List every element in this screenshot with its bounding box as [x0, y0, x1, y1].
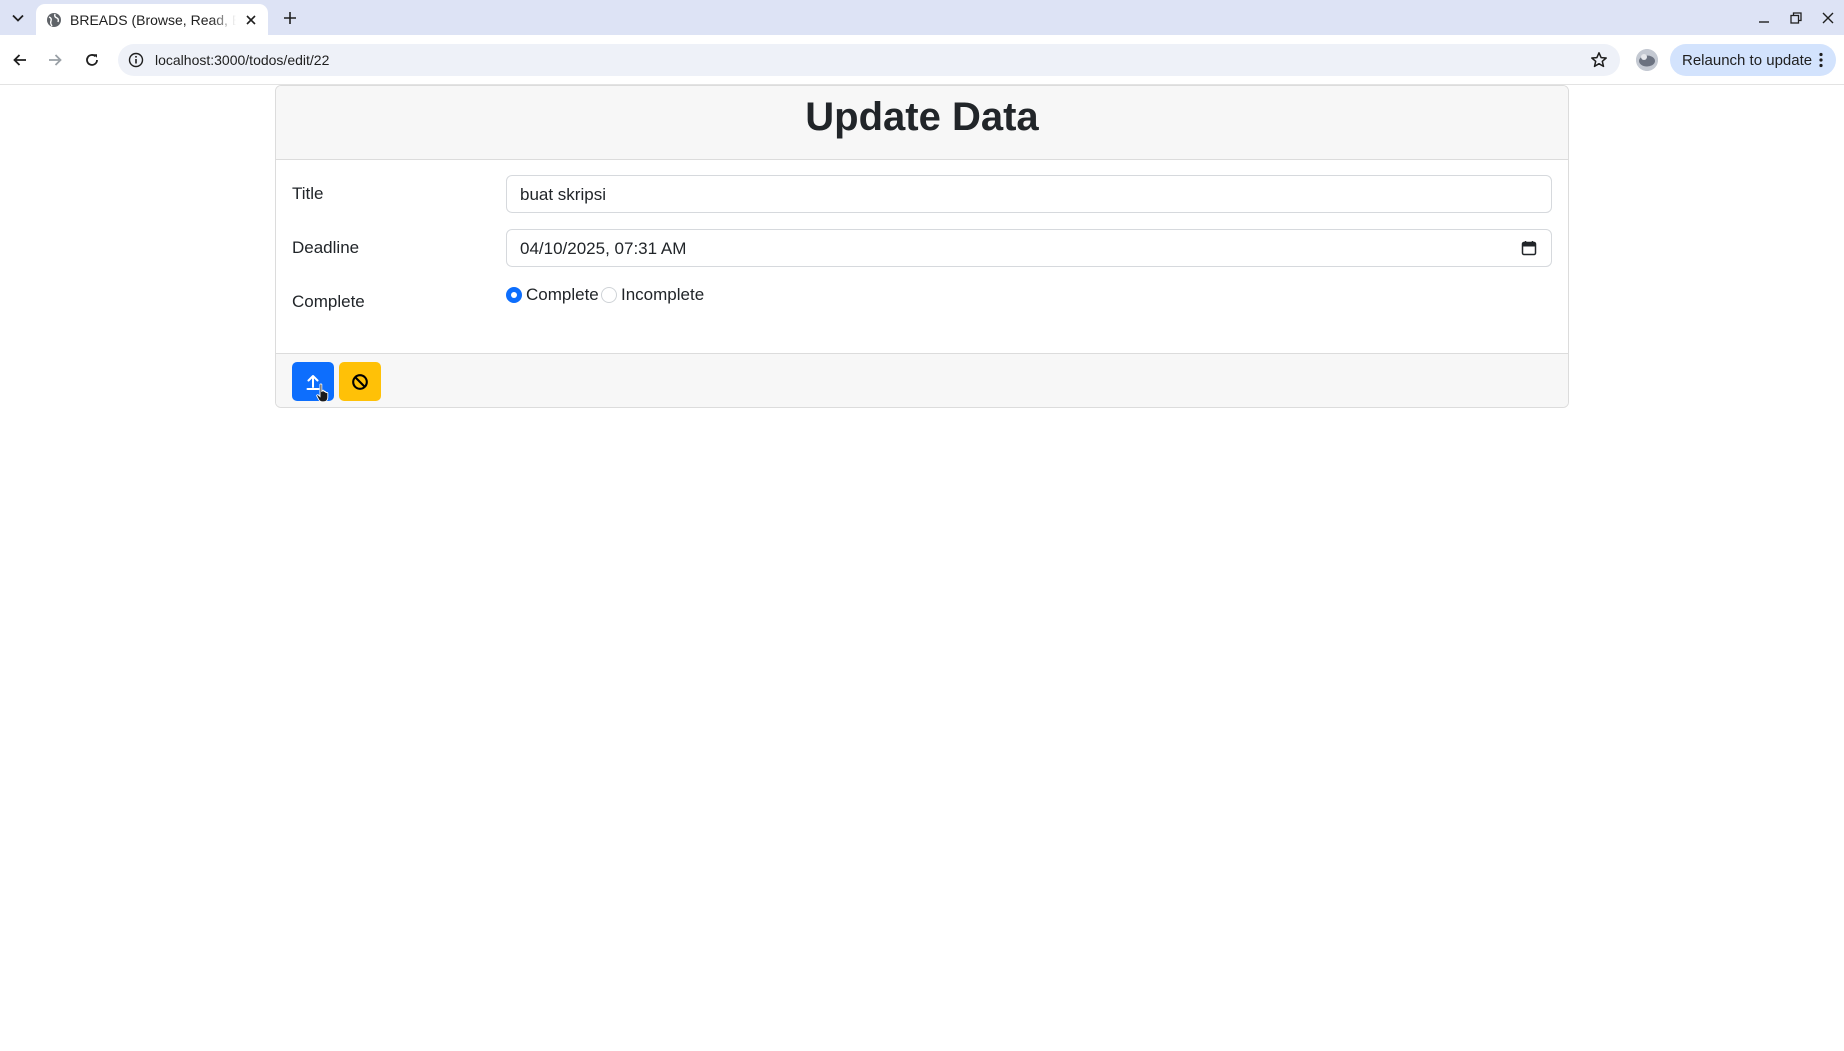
minimize-icon[interactable]	[1754, 8, 1774, 28]
incomplete-radio[interactable]	[601, 287, 617, 303]
site-info-icon[interactable]	[128, 52, 144, 68]
close-tab-icon[interactable]	[242, 11, 260, 29]
reload-icon[interactable]	[80, 48, 104, 72]
restore-icon[interactable]	[1786, 8, 1806, 28]
complete-label: Complete	[292, 292, 365, 311]
title-label: Title	[292, 184, 324, 203]
save-button[interactable]	[292, 362, 334, 403]
title-input-value: buat skripsi	[520, 185, 606, 204]
address-bar[interactable]: localhost:3000/todos/edit/22	[118, 44, 1620, 76]
deadline-label: Deadline	[292, 238, 360, 257]
address-url: localhost:3000/todos/edit/22	[155, 52, 330, 68]
incomplete-radio-label[interactable]: Incomplete	[621, 285, 704, 305]
profile-avatar[interactable]	[1636, 49, 1658, 71]
calendar-icon[interactable]	[1521, 240, 1537, 256]
browser-toolbar: localhost:3000/todos/edit/22 Relaunch to…	[0, 35, 1844, 85]
tab-search-chevron-icon[interactable]	[8, 8, 28, 28]
complete-radio-label[interactable]: Complete	[526, 285, 599, 305]
tab-strip: BREADS (Browse, Read, Edit, Add, Delete,…	[0, 0, 1844, 35]
upload-icon	[306, 374, 320, 390]
title-input[interactable]: buat skripsi	[506, 175, 1552, 213]
update-form-card: Update Data Title buat skripsi Deadline …	[275, 85, 1569, 408]
bookmark-star-icon[interactable]	[1590, 51, 1608, 69]
complete-radio[interactable]	[506, 287, 522, 303]
globe-icon	[46, 12, 62, 28]
back-arrow-icon[interactable]	[8, 48, 32, 72]
relaunch-to-update-button[interactable]: Relaunch to update	[1670, 44, 1836, 76]
ban-icon	[352, 373, 368, 390]
deadline-input-value: 04/10/2025, 07:31 AM	[520, 239, 687, 258]
forward-arrow-icon[interactable]	[43, 48, 67, 72]
relaunch-label: Relaunch to update	[1682, 52, 1813, 69]
new-tab-plus-icon[interactable]	[279, 7, 301, 29]
close-window-icon[interactable]	[1818, 8, 1838, 28]
deadline-datetime-input[interactable]: 04/10/2025, 07:31 AM	[506, 229, 1552, 267]
card-header: Update Data	[276, 86, 1568, 160]
browser-tab[interactable]: BREADS (Browse, Read, Edit, Add, Delete,…	[36, 4, 268, 35]
tab-title: BREADS (Browse, Read, Edit, Add, Delete,…	[70, 12, 236, 28]
card-footer	[276, 353, 1568, 407]
cancel-button[interactable]	[339, 362, 381, 401]
page-title: Update Data	[805, 95, 1039, 139]
more-menu-icon	[1814, 51, 1828, 69]
